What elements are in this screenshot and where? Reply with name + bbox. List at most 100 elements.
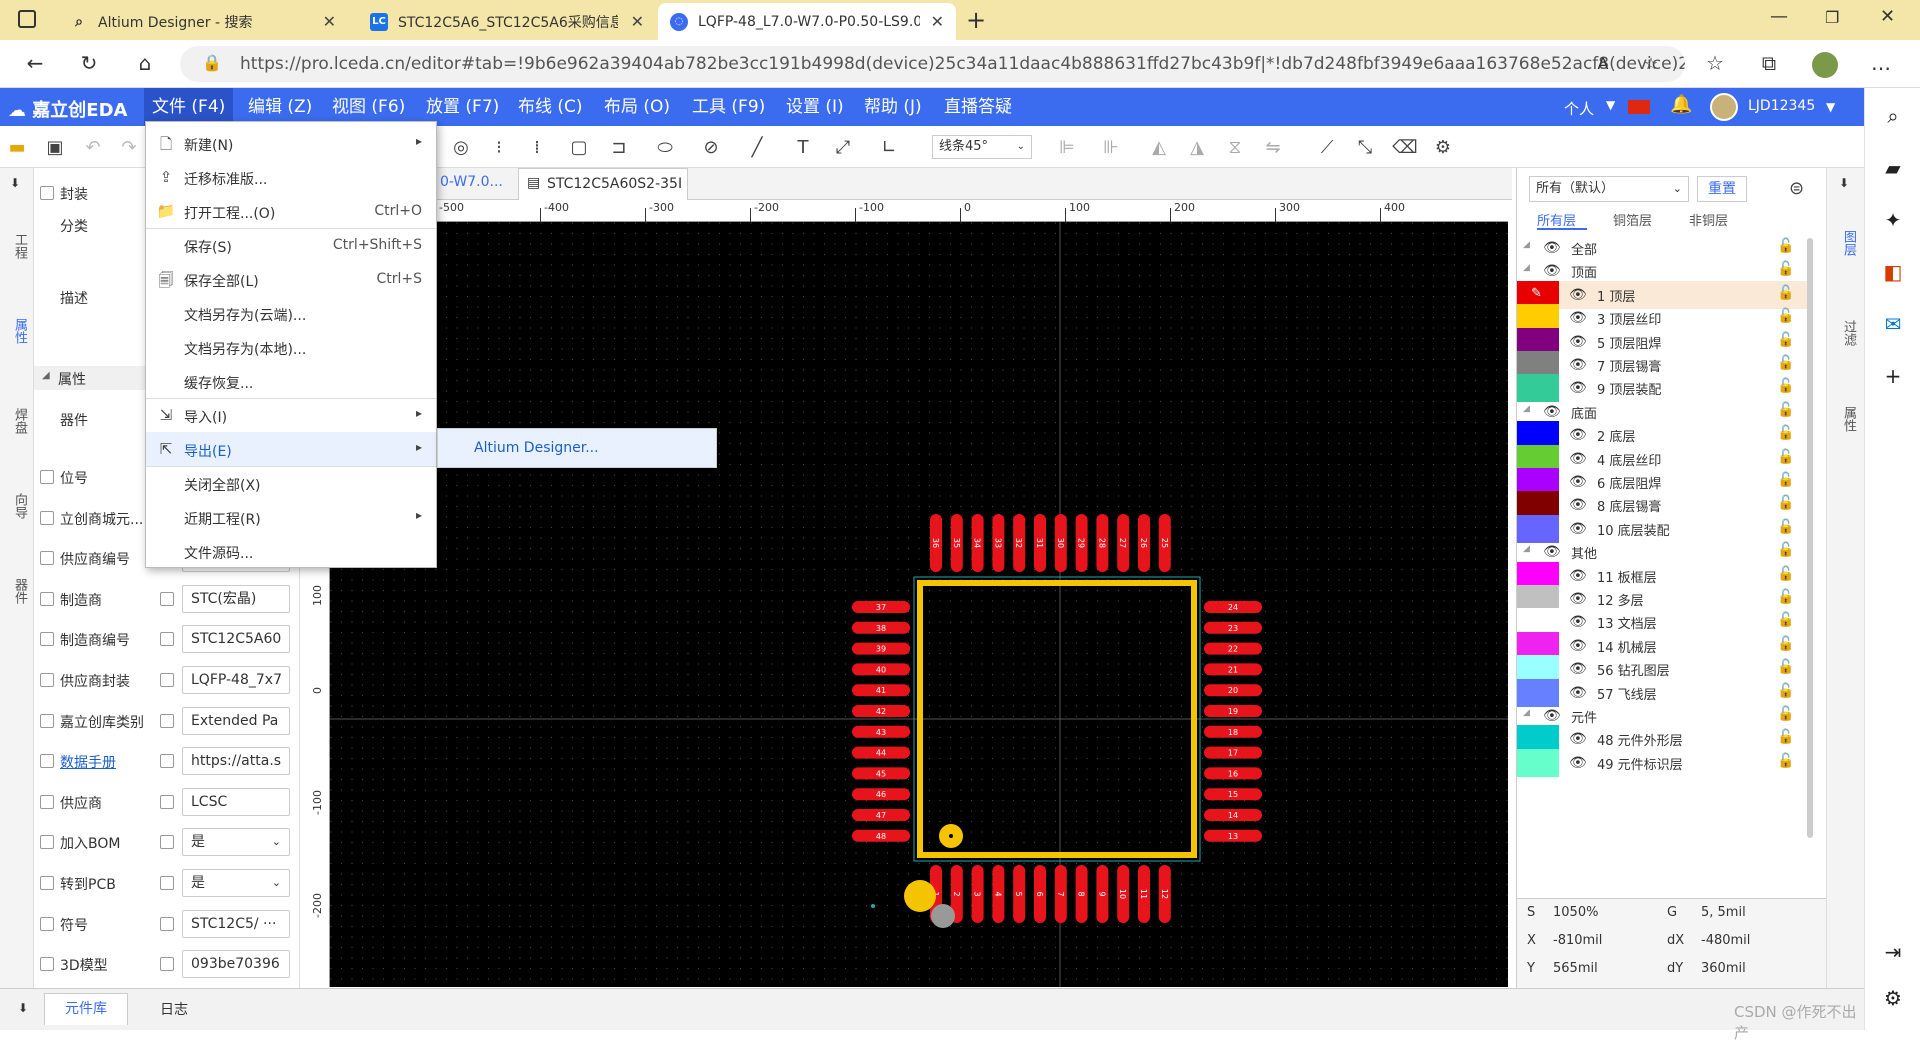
- settings-icon[interactable]: ⚙: [1879, 984, 1907, 1012]
- menu-route[interactable]: 布线 (C): [510, 88, 591, 126]
- strip-props[interactable]: 属性: [10, 318, 27, 344]
- checkbox[interactable]: [160, 754, 174, 769]
- strip-device[interactable]: 器件: [10, 578, 27, 604]
- back-icon[interactable]: ←: [20, 48, 50, 78]
- file-menu-item[interactable]: 文件源码...: [146, 534, 436, 568]
- file-menu-item[interactable]: ⇪ 迁移标准版...: [146, 160, 436, 194]
- distribute-icon[interactable]: ⊪: [1098, 134, 1124, 160]
- save-icon[interactable]: ▣: [42, 134, 68, 160]
- reset-button[interactable]: 重置: [1697, 176, 1747, 202]
- games-icon[interactable]: ✦: [1879, 206, 1907, 234]
- close-icon[interactable]: ✕: [323, 12, 336, 31]
- pin-icon[interactable]: ⬇: [1839, 176, 1849, 190]
- checkbox[interactable]: [40, 673, 54, 687]
- ruler-icon[interactable]: ⟋: [1314, 134, 1340, 160]
- prop-value-field[interactable]: 是 ⌄: [182, 828, 290, 857]
- layer-tab-all[interactable]: 所有层: [1537, 210, 1576, 229]
- refresh-icon[interactable]: ↻: [74, 48, 104, 78]
- gear-icon[interactable]: ⚙: [1430, 134, 1456, 160]
- prop-value-field[interactable]: LCSC: [182, 787, 290, 816]
- lock-icon[interactable]: 🔓: [1777, 729, 1794, 745]
- browser-tab-eda[interactable]: ◌ LQFP-48_L7.0-W7.0-P0.50-LS9.0- ✕: [658, 3, 956, 40]
- prop-value-field[interactable]: STC12C5A60: [182, 625, 290, 654]
- lock-icon[interactable]: 🔓: [1777, 378, 1794, 394]
- lock-icon[interactable]: 🔓: [1777, 566, 1794, 582]
- url-field[interactable]: 🔒 https://pro.lceda.cn/editor#tab=!9b6e9…: [180, 46, 1685, 82]
- chevron-down-icon[interactable]: ◢: [1523, 404, 1530, 414]
- lock-icon[interactable]: 🔓: [1777, 285, 1794, 301]
- prop-value-field[interactable]: https://atta.s: [182, 747, 290, 776]
- tab-log[interactable]: 日志: [160, 999, 188, 1019]
- no-icon[interactable]: ⊘: [698, 134, 724, 160]
- username[interactable]: LJD12345: [1748, 98, 1815, 114]
- strip-project[interactable]: 工程: [10, 233, 27, 259]
- checkbox[interactable]: [40, 794, 54, 809]
- lock-icon[interactable]: 🔓: [1777, 683, 1794, 699]
- strip-pad[interactable]: 焊盘: [10, 408, 27, 434]
- eye-icon[interactable]: 👁: [1569, 661, 1587, 677]
- eye-icon[interactable]: 👁: [1569, 591, 1587, 607]
- mirror-icon[interactable]: ⧖: [1222, 134, 1248, 160]
- erase-icon[interactable]: ⌫: [1392, 134, 1418, 160]
- chevron-down-icon[interactable]: ◢: [1523, 263, 1530, 273]
- tab-library[interactable]: 元件库: [44, 993, 128, 1025]
- checkbox[interactable]: [160, 632, 174, 647]
- lock-icon[interactable]: 🔓: [1777, 495, 1794, 511]
- checkbox[interactable]: [40, 510, 54, 525]
- close-icon[interactable]: ✕: [931, 12, 944, 31]
- open-folder-icon[interactable]: ▬: [4, 134, 30, 160]
- doc-tab-footprint[interactable]: 0-W7.0...: [440, 174, 503, 190]
- export-altium-item[interactable]: Altium Designer...: [474, 440, 599, 456]
- file-menu-item[interactable]: 📁 打开工程...(O) Ctrl+O: [146, 194, 436, 228]
- pin-icon[interactable]: ⬇: [18, 1001, 28, 1015]
- lock-icon[interactable]: 🔓: [1777, 472, 1794, 488]
- prop-label[interactable]: 数据手册: [60, 752, 116, 772]
- checkbox[interactable]: [160, 591, 174, 606]
- prop-value-field[interactable]: 是 ⌄: [182, 869, 290, 897]
- eye-icon[interactable]: 👁: [1569, 685, 1587, 701]
- more-icon[interactable]: …: [1866, 48, 1896, 78]
- checkbox[interactable]: [40, 470, 54, 484]
- eye-icon[interactable]: 👁: [1569, 614, 1587, 630]
- lock-icon[interactable]: 🔓: [1777, 706, 1794, 722]
- outlook-icon[interactable]: ✉: [1879, 310, 1907, 338]
- lock-icon[interactable]: 🔓: [1777, 425, 1794, 441]
- layer-tab-copper[interactable]: 铜箔层: [1613, 210, 1652, 229]
- route-icon[interactable]: ⤡: [1352, 134, 1378, 160]
- undo-icon[interactable]: ↶: [80, 134, 106, 160]
- shopping-icon[interactable]: ▰: [1879, 154, 1907, 182]
- checkbox[interactable]: [160, 794, 174, 809]
- tab-actions-icon[interactable]: [18, 10, 36, 28]
- lock-icon[interactable]: 🔓: [1777, 636, 1794, 652]
- chevron-down-icon[interactable]: ◢: [1523, 544, 1530, 554]
- new-tab-icon[interactable]: +: [966, 6, 986, 34]
- favorites-icon[interactable]: ☆: [1700, 48, 1730, 78]
- checkbox[interactable]: [40, 876, 54, 890]
- eye-icon[interactable]: 👁: [1543, 544, 1561, 560]
- restore-icon[interactable]: ❐: [1825, 8, 1839, 27]
- prop-value-field[interactable]: STC12C5/ ···: [182, 909, 290, 938]
- checkbox[interactable]: [40, 713, 54, 728]
- arrange-icon[interactable]: ⇋: [1260, 134, 1286, 160]
- checkbox[interactable]: [160, 835, 174, 850]
- eye-icon[interactable]: 👁: [1569, 521, 1587, 537]
- layer-tab-noncopper[interactable]: 非铜层: [1689, 210, 1728, 229]
- add-icon[interactable]: +: [1879, 362, 1907, 390]
- flip-h-icon[interactable]: ◮: [1184, 134, 1210, 160]
- redo-icon[interactable]: ↷: [116, 134, 142, 160]
- text-icon[interactable]: T: [790, 134, 816, 160]
- checkbox[interactable]: [40, 632, 54, 647]
- eye-icon[interactable]: 👁: [1569, 427, 1587, 443]
- angle-icon[interactable]: ∟: [876, 134, 902, 160]
- close-icon[interactable]: ✕: [631, 12, 644, 31]
- strip-layers[interactable]: 图层: [1839, 230, 1856, 256]
- strip-wizard[interactable]: 向导: [10, 493, 27, 519]
- avatar[interactable]: [1710, 93, 1738, 121]
- checkbox[interactable]: [40, 835, 54, 850]
- checkbox[interactable]: [40, 754, 54, 769]
- eye-icon[interactable]: 👁: [1569, 451, 1587, 467]
- minimize-icon[interactable]: —: [1770, 6, 1788, 27]
- file-menu-item[interactable]: 文档另存为(本地)...: [146, 330, 436, 364]
- browser-tab-search[interactable]: ⌕ Altium Designer - 搜索 ✕: [58, 3, 348, 40]
- eye-icon[interactable]: 👁: [1569, 497, 1587, 513]
